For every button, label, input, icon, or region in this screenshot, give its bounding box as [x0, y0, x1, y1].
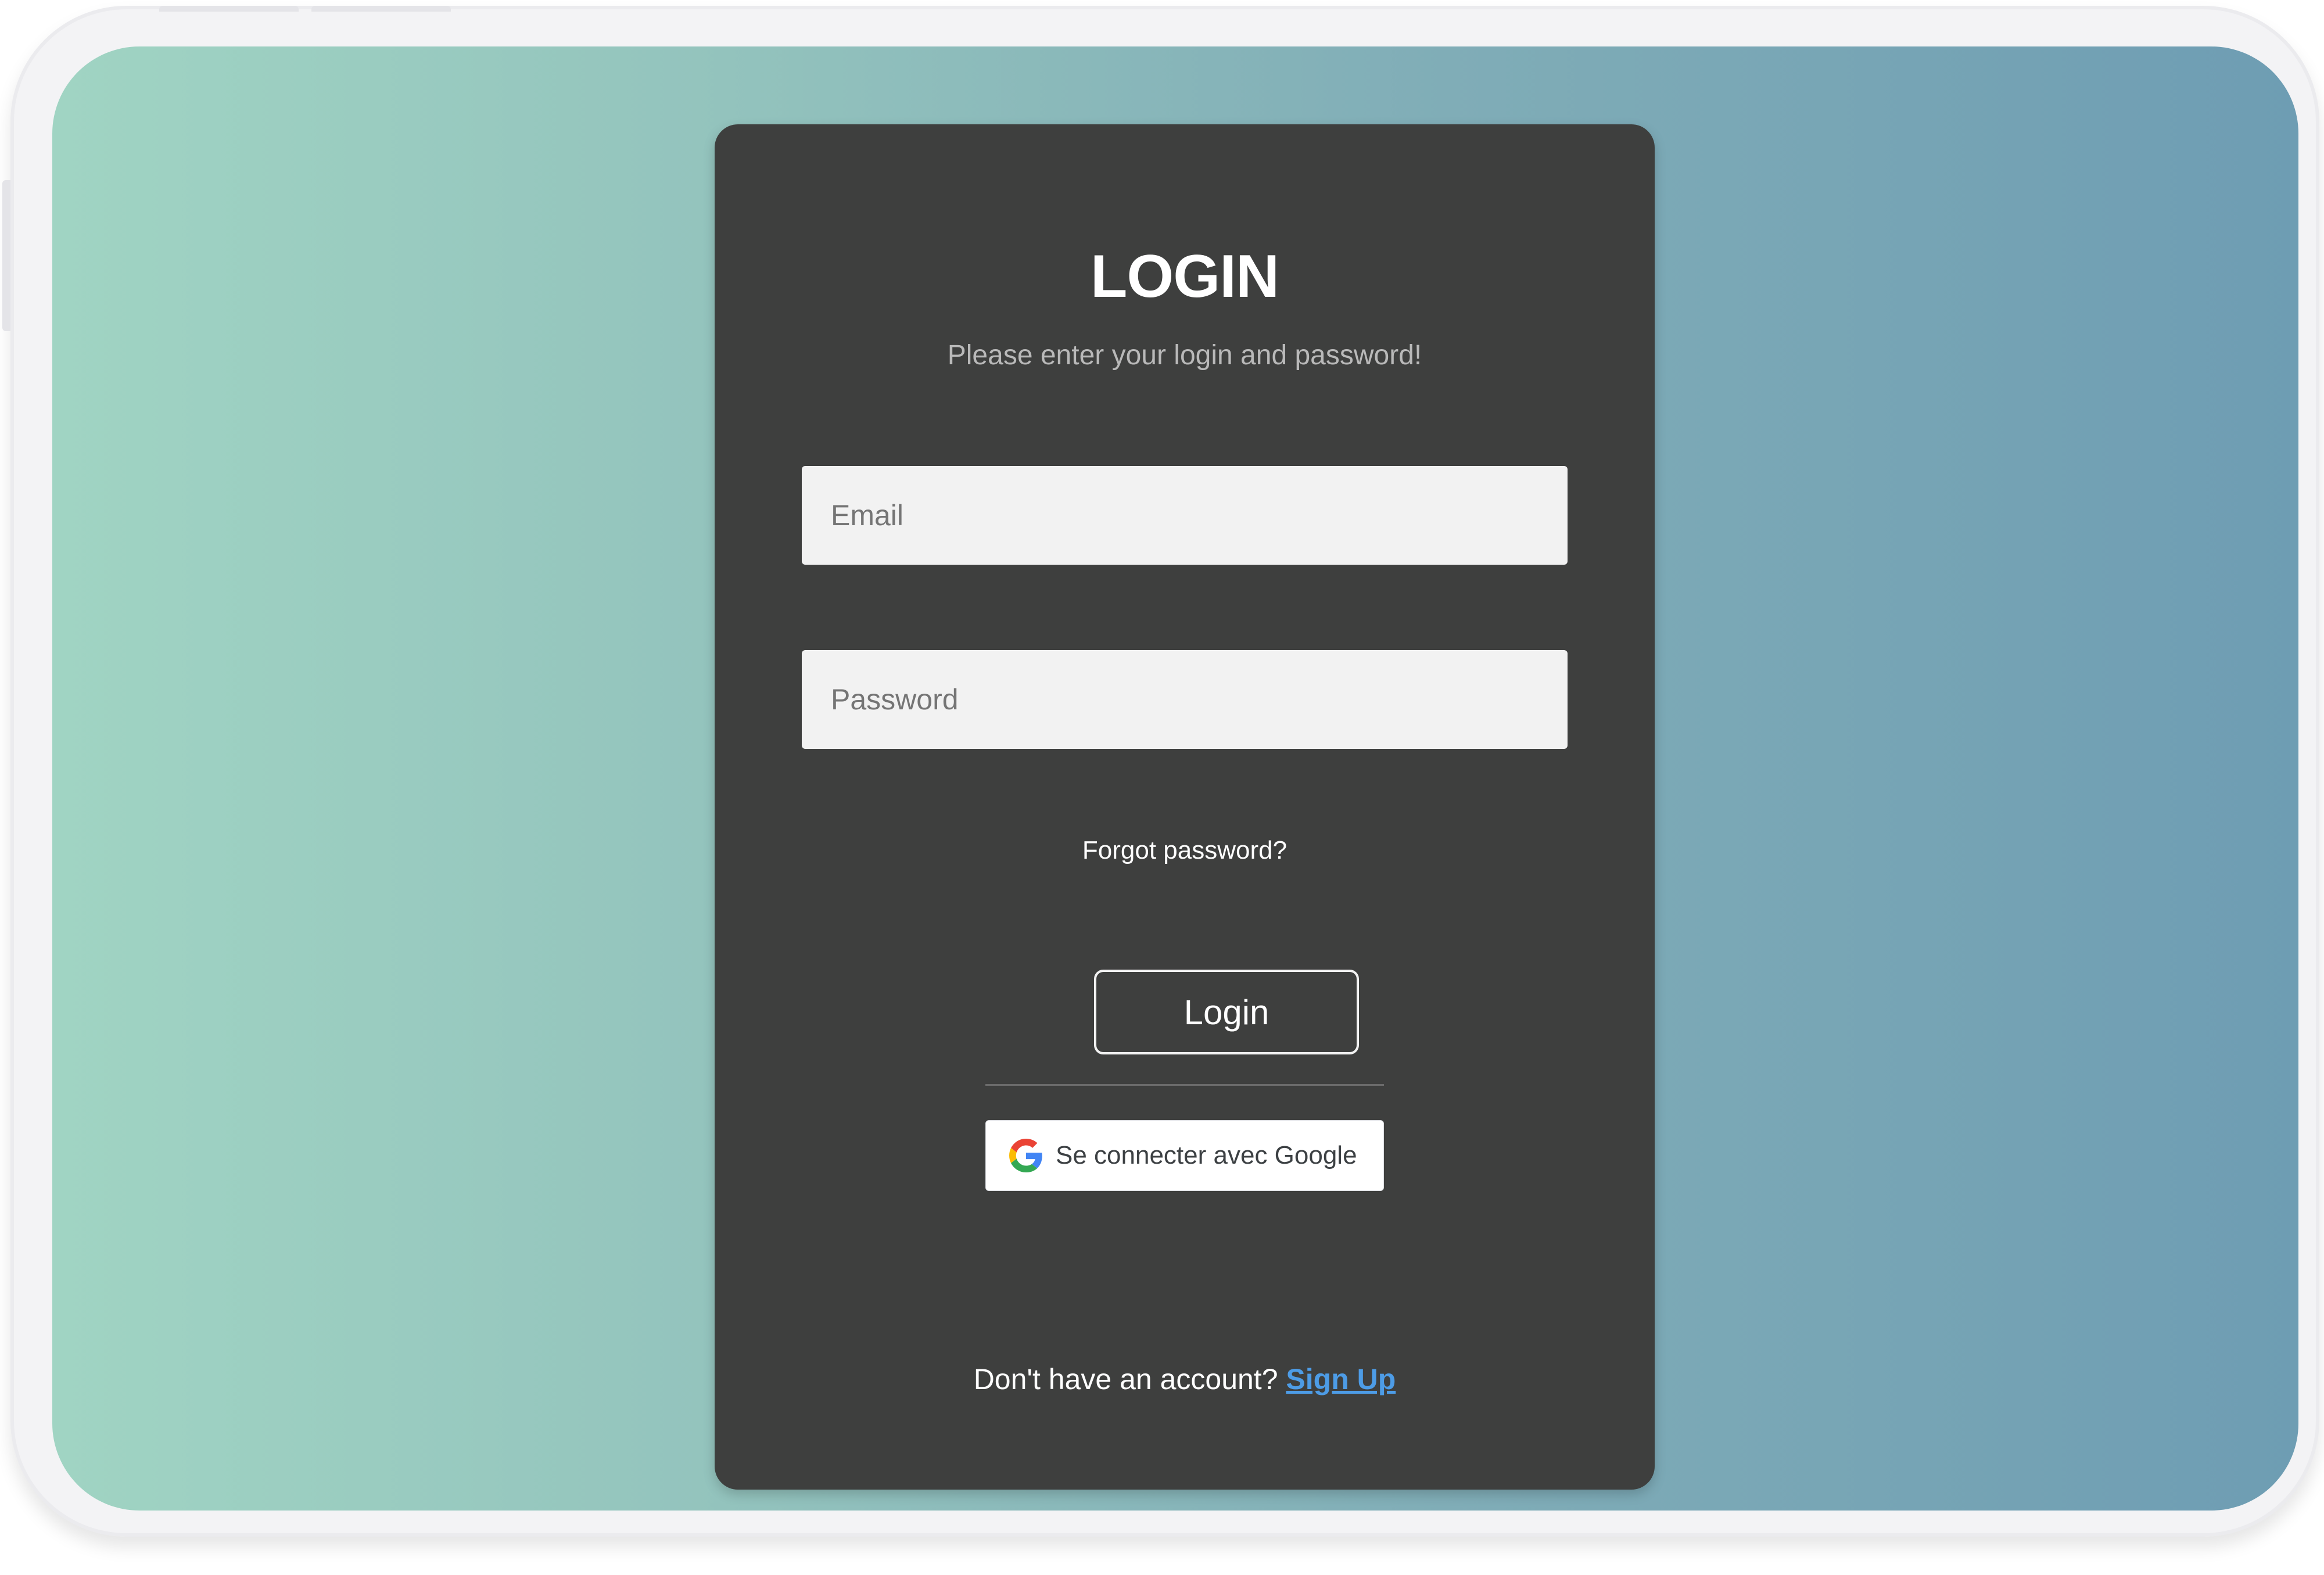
google-g-icon	[1009, 1139, 1043, 1172]
page-subtitle: Please enter your login and password!	[947, 340, 1422, 371]
page-title: LOGIN	[1090, 243, 1279, 310]
signup-row: Don't have an account? Sign Up	[715, 1365, 1655, 1394]
google-signin-label: Se connecter avec Google	[1056, 1141, 1357, 1169]
tablet-side-button	[311, 6, 451, 12]
password-field[interactable]	[802, 650, 1568, 749]
email-field[interactable]	[802, 466, 1568, 565]
login-card: LOGIN Please enter your login and passwo…	[715, 124, 1655, 1490]
tablet-side-button	[2, 180, 10, 331]
tablet-side-button	[159, 6, 299, 12]
login-button[interactable]: Login	[1094, 970, 1359, 1054]
screen: LOGIN Please enter your login and passwo…	[52, 46, 2298, 1511]
forgot-password-link[interactable]: Forgot password?	[715, 838, 1655, 863]
divider	[985, 1084, 1384, 1086]
signup-prompt: Don't have an account?	[973, 1363, 1286, 1395]
signup-link[interactable]: Sign Up	[1286, 1363, 1396, 1395]
tablet-frame: LOGIN Please enter your login and passwo…	[2, 6, 2319, 1537]
google-signin-button[interactable]: Se connecter avec Google	[985, 1120, 1384, 1191]
